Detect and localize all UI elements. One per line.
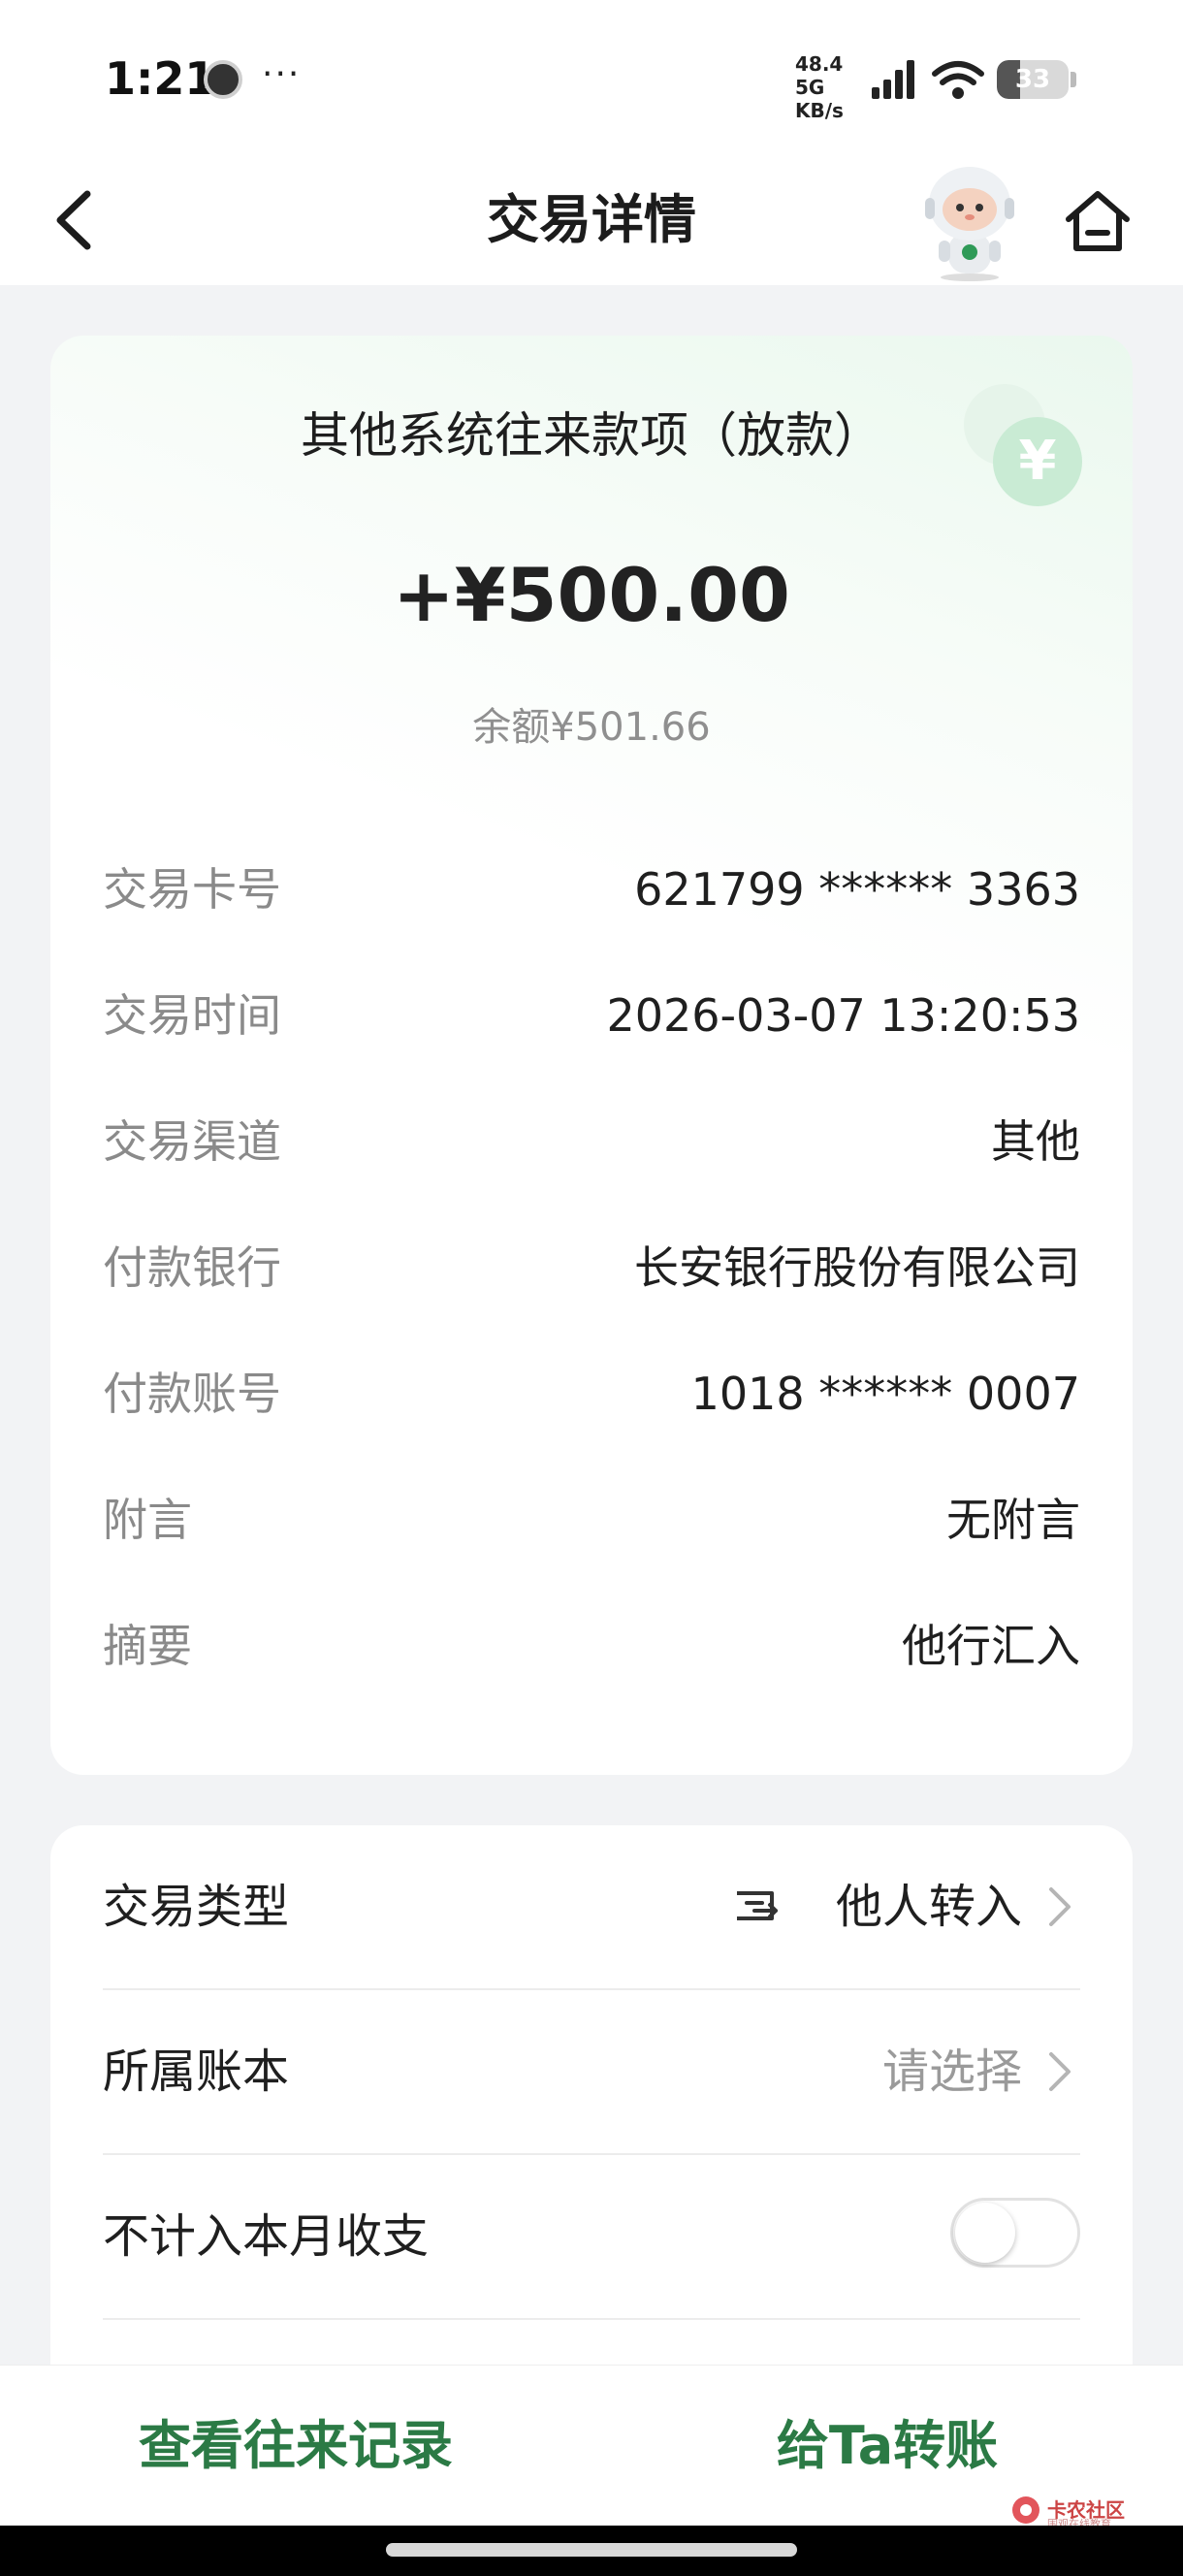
network-speed-value: 48.4 — [795, 52, 844, 76]
detail-row-payer-account: 付款账号 1018 ****** 0007 — [103, 1360, 1080, 1428]
detail-value: 1018 ****** 0007 — [690, 1368, 1080, 1420]
detail-label: 交易卡号 — [103, 863, 281, 916]
ledger-select[interactable]: 请选择 — [882, 2039, 1022, 2105]
detail-row-channel: 交易渠道 其他 — [103, 1108, 1080, 1175]
transaction-summary-card: ¥ 其他系统往来款项（放款） +¥500.00 余额¥501.66 交易卡号 6… — [50, 336, 1133, 1775]
home-indicator[interactable] — [386, 2543, 797, 2557]
network-speed-unit: KB/s — [795, 99, 844, 122]
detail-row-time: 交易时间 2026-03-07 13:20:53 — [103, 982, 1080, 1049]
detail-row-payer-bank: 付款银行 长安银行股份有限公司 — [103, 1234, 1080, 1302]
status-bar: 1:21 ··· 48.4 5G KB/s 33 — [0, 0, 1183, 155]
setting-label: 所属账本 — [103, 2045, 290, 2099]
detail-value: 长安银行股份有限公司 — [634, 1241, 1080, 1294]
detail-label: 交易时间 — [103, 989, 281, 1042]
detail-value: 他行汇入 — [902, 1620, 1080, 1672]
more-notifications-icon: ··· — [262, 54, 302, 94]
detail-label: 付款银行 — [103, 1241, 281, 1294]
setting-label: 交易类型 — [103, 1880, 290, 1934]
exclude-monthly-toggle[interactable] — [950, 2198, 1080, 2268]
detail-value: 其他 — [991, 1115, 1080, 1168]
chevron-right-icon — [1049, 1887, 1071, 1926]
robot-mascot-icon[interactable] — [911, 159, 1028, 283]
wifi-icon — [932, 61, 984, 99]
detail-label: 交易渠道 — [103, 1115, 281, 1168]
detail-value: 621799 ****** 3363 — [634, 863, 1080, 916]
detail-value: 无附言 — [946, 1494, 1080, 1546]
ledger-row[interactable]: 所属账本 请选择 — [103, 1990, 1080, 2155]
transaction-type-row[interactable]: 交易类型 他人转入 — [103, 1825, 1080, 1990]
toggle-knob — [955, 2203, 1015, 2263]
view-records-button[interactable]: 查看往来记录 — [58, 2366, 533, 2527]
detail-row-message: 附言 无附言 — [103, 1486, 1080, 1554]
system-nav-area — [0, 2526, 1183, 2576]
watermark-logo-icon — [1012, 2496, 1039, 2524]
battery-level: 33 — [1014, 65, 1051, 94]
detail-label: 摘要 — [103, 1620, 192, 1672]
setting-label: 不计入本月收支 — [103, 2209, 430, 2264]
detail-row-card-number: 交易卡号 621799 ****** 3363 — [103, 855, 1080, 923]
transaction-title: 其他系统往来款项（放款） — [301, 407, 882, 464]
cellular-signal-icon — [872, 60, 914, 99]
battery-icon: 33 — [997, 60, 1069, 99]
exclude-monthly-row: 不计入本月收支 — [103, 2155, 1080, 2320]
account-balance: 余额¥501.66 — [472, 705, 711, 750]
bottom-action-bar: 查看往来记录 给Ta转账 — [0, 2365, 1183, 2527]
transfer-in-icon — [737, 1891, 778, 1920]
home-icon[interactable] — [1061, 184, 1135, 258]
chevron-right-icon — [1049, 2052, 1071, 2091]
network-speed: 48.4 5G KB/s — [795, 52, 873, 122]
network-type: 5G — [795, 76, 825, 99]
clock-app-icon — [204, 60, 242, 99]
battery-cap — [1071, 72, 1076, 87]
detail-value: 2026-03-07 13:20:53 — [606, 989, 1080, 1042]
transaction-amount: +¥500.00 — [393, 552, 790, 638]
status-time: 1:21 — [105, 52, 216, 105]
detail-row-summary: 摘要 他行汇入 — [103, 1612, 1080, 1680]
top-nav-bar: 交易详情 — [0, 155, 1183, 285]
detail-label: 付款账号 — [103, 1368, 281, 1420]
transaction-type-value: 他人转入 — [835, 1880, 1022, 1934]
detail-label: 附言 — [103, 1494, 192, 1546]
